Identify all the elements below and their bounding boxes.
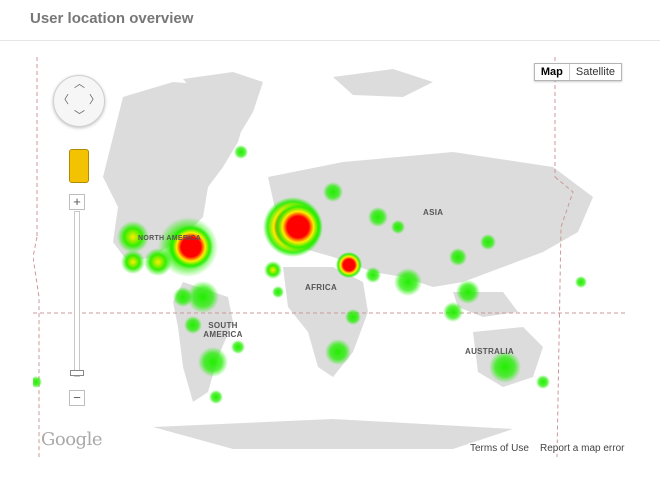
- map-container[interactable]: NORTH AMERICA ASIA AFRICA SOUTH AMERICA …: [33, 57, 628, 457]
- map-type-control: Map Satellite: [533, 63, 622, 81]
- region-label-asia: ASIA: [423, 208, 444, 217]
- map-type-satellite-button[interactable]: Satellite: [568, 64, 621, 80]
- heat-spot: [365, 267, 381, 283]
- heat-spot: [234, 145, 248, 159]
- report-map-error-link[interactable]: Report a map error: [538, 443, 627, 454]
- zoom-slider-thumb[interactable]: [70, 370, 84, 376]
- heat-spot: [33, 376, 42, 388]
- pan-down-icon[interactable]: ﹀: [74, 111, 85, 122]
- heat-spot: [536, 375, 550, 389]
- antarctica-land: [153, 419, 513, 449]
- zoom-out-button[interactable]: −: [69, 390, 85, 406]
- heat-spot: [575, 276, 587, 288]
- heat-spot: [323, 182, 343, 202]
- map-type-map-button[interactable]: Map: [535, 64, 569, 80]
- pan-up-icon[interactable]: ︿: [74, 79, 85, 90]
- heat-spot: [456, 280, 480, 304]
- region-label-north-america: NORTH AMERICA: [138, 235, 202, 242]
- pan-left-icon[interactable]: 〈: [58, 95, 69, 106]
- region-label-australia: AUSTRALIA: [465, 347, 514, 356]
- heat-spot: [336, 252, 362, 278]
- heat-spot: [480, 234, 496, 250]
- heat-spot: [394, 268, 422, 296]
- heat-spot: [272, 286, 284, 298]
- google-logo: Google: [41, 429, 102, 450]
- heat-spot: [325, 339, 351, 365]
- heat-spot: [198, 347, 228, 377]
- heat-spot: [144, 248, 172, 276]
- heat-spot: [169, 225, 213, 269]
- heat-spot: [264, 261, 282, 279]
- heat-spot: [345, 309, 361, 325]
- region-label-africa: AFRICA: [305, 283, 338, 292]
- panel-title: User location overview: [30, 10, 194, 27]
- pan-control[interactable]: ︿ ﹀ 〈 〉: [53, 75, 105, 127]
- heat-spot: [449, 248, 467, 266]
- pan-right-icon[interactable]: 〉: [89, 95, 100, 106]
- street-view-pegman-icon[interactable]: [69, 149, 89, 183]
- zoom-in-button[interactable]: +: [69, 194, 85, 210]
- heat-spot: [209, 390, 223, 404]
- region-label-south-america: SOUTH AMERICA: [203, 321, 243, 339]
- heat-spot: [274, 203, 322, 251]
- heat-spot: [368, 207, 388, 227]
- heat-spot: [391, 220, 405, 234]
- heat-spot: [231, 340, 245, 354]
- zoom-slider-track[interactable]: [74, 211, 80, 377]
- heat-spot: [121, 250, 145, 274]
- arctic-land: [333, 69, 433, 97]
- heat-spot: [443, 302, 463, 322]
- heatmap-map-canvas[interactable]: [33, 57, 628, 457]
- heat-spot: [173, 287, 193, 307]
- terms-of-use-link[interactable]: Terms of Use: [468, 443, 531, 454]
- dateline-west-lower: [33, 236, 40, 457]
- title-divider: [0, 40, 660, 41]
